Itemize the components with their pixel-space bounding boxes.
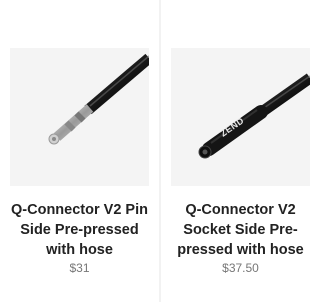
- product-image-socket[interactable]: ZEND: [171, 48, 310, 186]
- product-title[interactable]: Q-Connector V2 Socket Side Pre-pressed w…: [165, 200, 316, 260]
- product-card-pin[interactable]: Q-Connector V2 Pin Side Pre-pressed with…: [0, 0, 159, 302]
- product-card-socket[interactable]: ZEND Q-Connector V2 Socket Side Pre-pres…: [161, 0, 320, 302]
- product-price: $37.50: [222, 261, 259, 275]
- product-title[interactable]: Q-Connector V2 Pin Side Pre-pressed with…: [4, 200, 155, 260]
- product-price: $31: [69, 261, 90, 275]
- socket-connector-hose-image: ZEND: [171, 48, 310, 186]
- product-grid: Q-Connector V2 Pin Side Pre-pressed with…: [0, 0, 320, 302]
- product-image-pin[interactable]: [10, 48, 149, 186]
- pin-connector-hose-image: [10, 48, 149, 186]
